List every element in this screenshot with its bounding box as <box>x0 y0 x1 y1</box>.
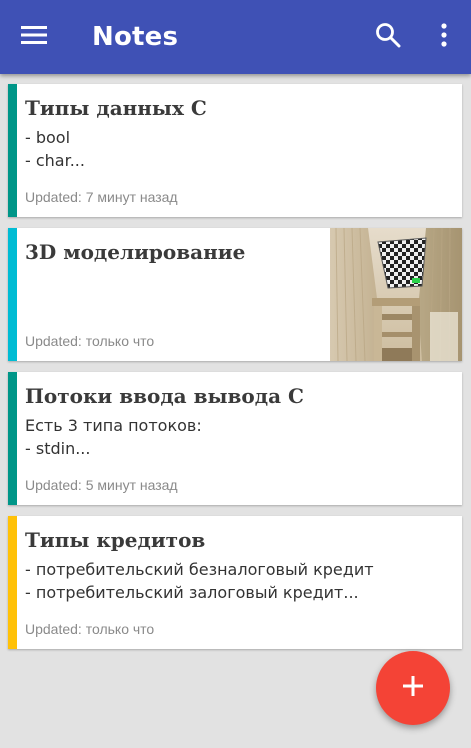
note-card[interactable]: Потоки ввода вывода С Есть 3 типа потоко… <box>8 372 462 505</box>
note-updated-time: Updated: 5 минут назад <box>25 477 178 493</box>
more-vert-icon <box>440 22 448 52</box>
note-updated-time: Updated: 7 минут назад <box>25 189 178 205</box>
note-title: Типы кредитов <box>25 528 206 552</box>
plus-icon <box>401 674 425 703</box>
note-card[interactable]: Типы данных С - bool - char... Updated: … <box>8 84 462 217</box>
app-bar: Notes <box>0 0 471 74</box>
note-preview: Есть 3 типа потоков: - stdin... <box>25 416 202 458</box>
note-card[interactable]: 3D моделирование Updated: только что <box>8 228 462 361</box>
menu-button[interactable] <box>12 17 56 57</box>
note-color-stripe <box>8 372 17 505</box>
search-button[interactable] <box>366 17 410 57</box>
note-title: Потоки ввода вывода С <box>25 384 304 408</box>
note-card[interactable]: Типы кредитов - потребительский безналог… <box>8 516 462 649</box>
note-preview: - bool - char... <box>25 128 85 170</box>
note-color-stripe <box>8 84 17 217</box>
note-color-stripe <box>8 228 17 361</box>
page-title: Notes <box>92 22 179 52</box>
more-options-button[interactable] <box>424 17 464 57</box>
note-preview: - потребительский безналоговый кредит - … <box>25 560 374 602</box>
note-image-thumbnail <box>330 228 462 361</box>
note-title: 3D моделирование <box>25 240 246 264</box>
note-title: Типы данных С <box>25 96 207 120</box>
add-note-button[interactable] <box>376 651 450 725</box>
search-icon <box>375 22 401 53</box>
note-color-stripe <box>8 516 17 649</box>
menu-icon <box>21 25 47 50</box>
note-updated-time: Updated: только что <box>25 621 155 637</box>
note-updated-time: Updated: только что <box>25 333 155 349</box>
